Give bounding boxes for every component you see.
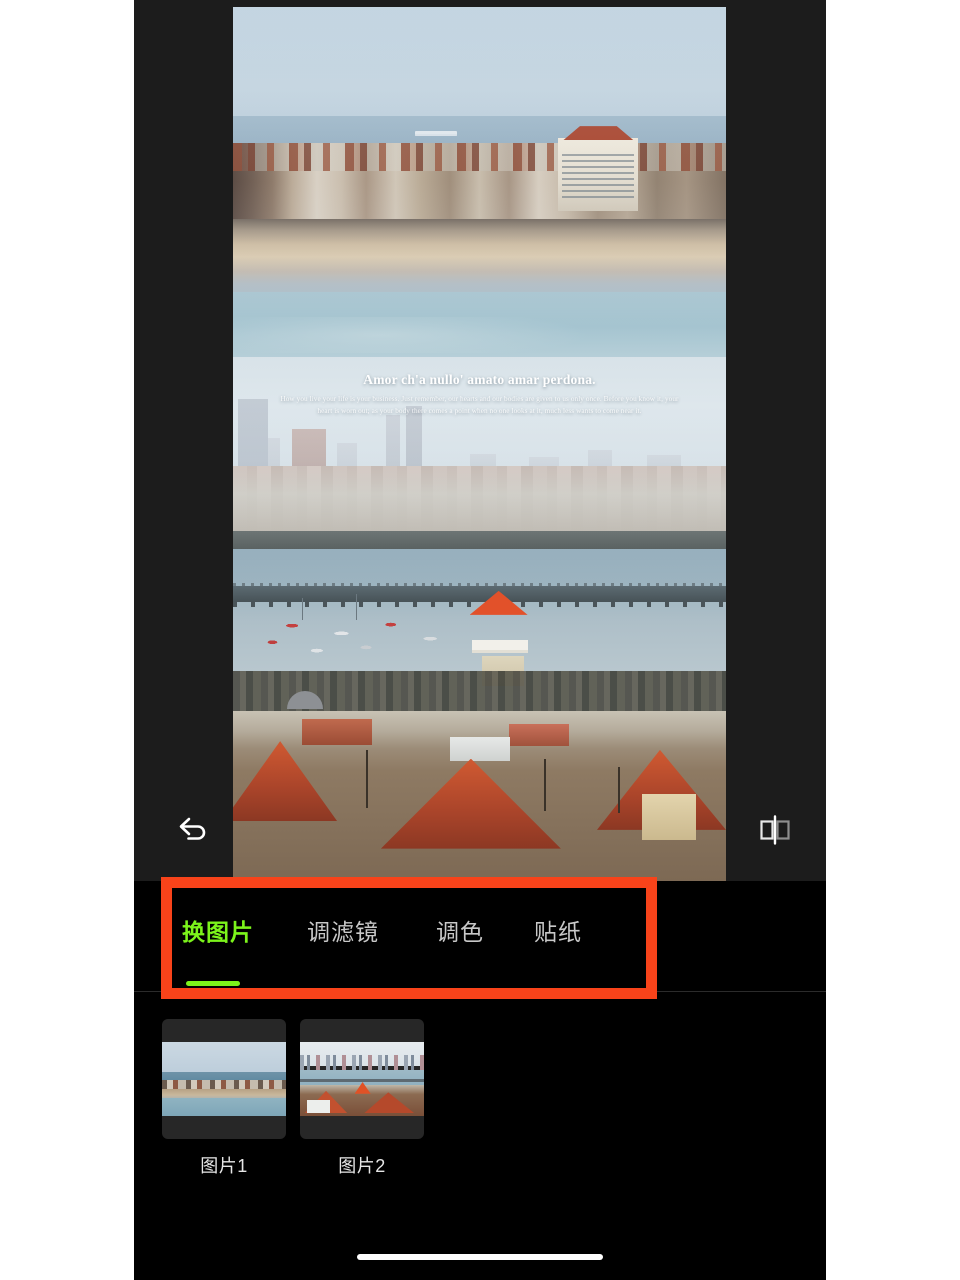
- poster-canvas[interactable]: Amor ch'a nullo' amato amar perdona. How…: [233, 7, 726, 881]
- thumbnail-item-1[interactable]: 图片1: [162, 1019, 286, 1178]
- beach-layer: [233, 219, 726, 299]
- editor-canvas-area: Amor ch'a nullo' amato amar perdona. How…: [134, 0, 826, 881]
- flip-button[interactable]: [748, 803, 802, 857]
- mirror-flip-icon: [758, 814, 792, 846]
- tab-sticker[interactable]: 贴纸: [534, 913, 582, 947]
- thumbnail-card[interactable]: [300, 1019, 424, 1139]
- white-building: [449, 736, 510, 761]
- tab-color[interactable]: 调色: [436, 913, 484, 947]
- city-blocks-layer: [233, 465, 726, 536]
- moored-boats: [233, 610, 726, 663]
- mini-white-building: [307, 1099, 330, 1114]
- thumbnail-preview-1: [162, 1042, 286, 1116]
- thumbnail-card[interactable]: [162, 1019, 286, 1139]
- tab-replace-image[interactable]: 换图片: [182, 913, 254, 947]
- undo-button[interactable]: [166, 803, 220, 857]
- thumbnail-list: 图片1 图片2: [162, 1019, 424, 1178]
- seaside-hotel-building: [558, 138, 639, 211]
- town-roofs-layer: [233, 143, 726, 172]
- thumbnail-label-2: 图片2: [338, 1156, 386, 1176]
- undo-arrow-icon: [176, 815, 210, 845]
- thumbnail-label-1: 图片1: [200, 1156, 248, 1176]
- pavilion-deck: [472, 639, 529, 650]
- bottom-control-panel: 换图片 调滤镜 调色 贴纸 图片1 图片2: [134, 881, 826, 1280]
- panel-divider: [134, 991, 826, 992]
- phone-screen: Amor ch'a nullo' amato amar perdona. How…: [134, 0, 826, 1280]
- mini-pier: [300, 1079, 424, 1082]
- mini-scene-beach: [162, 1042, 286, 1116]
- bare-tree: [366, 749, 369, 808]
- thumbnail-item-2[interactable]: 图片2: [300, 1019, 424, 1178]
- home-indicator[interactable]: [357, 1254, 603, 1260]
- mini-sky: [162, 1042, 286, 1075]
- editor-toolbar: [134, 801, 826, 873]
- promenade-layer: [233, 531, 726, 551]
- sailboat-mast: [356, 594, 358, 621]
- red-roof: [302, 719, 373, 746]
- thumbnail-preview-2: [300, 1042, 424, 1116]
- mini-water: [162, 1098, 286, 1116]
- tab-bar: 换图片 调滤镜 调色 贴纸: [134, 895, 826, 992]
- screenshot-root: Amor ch'a nullo' amato amar perdona. How…: [0, 0, 960, 1280]
- active-tab-indicator: [186, 981, 240, 986]
- ship-icon: [415, 131, 458, 137]
- pier-structure: [233, 582, 726, 607]
- poster-image: Amor ch'a nullo' amato amar perdona. How…: [233, 7, 726, 881]
- tab-filter[interactable]: 调滤镜: [307, 913, 379, 947]
- mini-scene-city: [300, 1042, 424, 1116]
- red-roof: [509, 723, 570, 746]
- sailboat-mast: [302, 597, 304, 620]
